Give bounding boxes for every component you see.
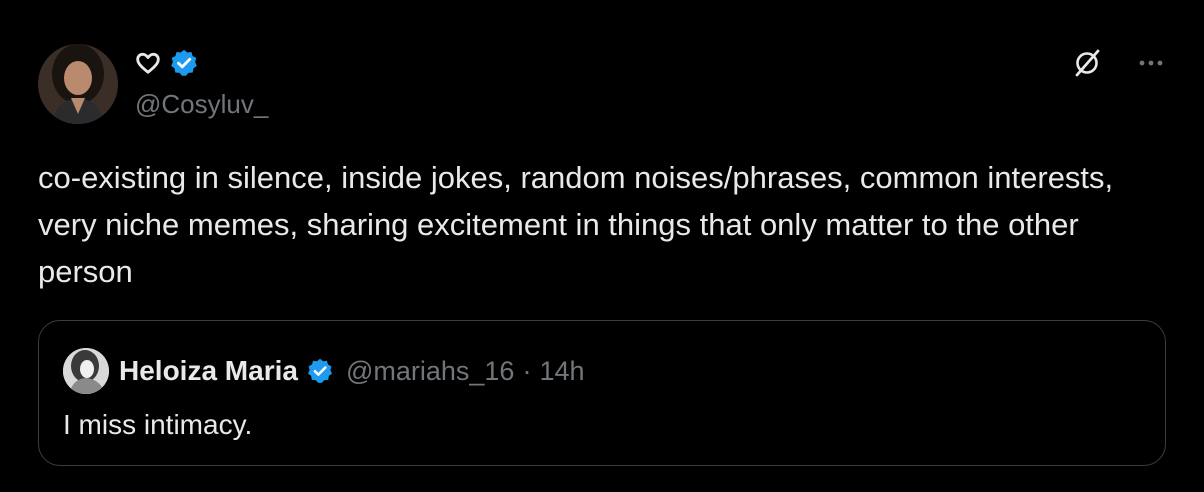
quoted-avatar[interactable] bbox=[63, 348, 109, 394]
tweet-actions-top bbox=[1072, 48, 1166, 78]
verified-badge-icon bbox=[306, 357, 334, 385]
quoted-tweet-text: I miss intimacy. bbox=[63, 409, 253, 440]
tweet-card[interactable]: @Cosyluv_ co-existing in silence, inside… bbox=[0, 0, 1204, 492]
quoted-handle[interactable]: @mariahs_16 bbox=[346, 356, 515, 387]
quoted-display-name[interactable]: Heloiza Maria bbox=[119, 355, 298, 387]
quoted-tweet[interactable]: Heloiza Maria @mariahs_16 · 14h I miss i… bbox=[38, 320, 1166, 466]
avatar[interactable] bbox=[38, 44, 118, 124]
heart-outline-icon bbox=[135, 50, 161, 81]
display-name-row[interactable] bbox=[135, 48, 199, 83]
tweet-text: co-existing in silence, inside jokes, ra… bbox=[38, 160, 1114, 289]
quoted-timestamp[interactable]: 14h bbox=[539, 356, 584, 387]
more-options-icon[interactable] bbox=[1136, 48, 1166, 78]
user-handle[interactable]: @Cosyluv_ bbox=[135, 88, 268, 120]
separator-dot: · bbox=[522, 355, 532, 386]
grok-slash-icon[interactable] bbox=[1072, 48, 1102, 78]
verified-badge-icon[interactable] bbox=[169, 48, 199, 83]
quoted-tweet-header: Heloiza Maria @mariahs_16 · 14h bbox=[63, 348, 585, 394]
